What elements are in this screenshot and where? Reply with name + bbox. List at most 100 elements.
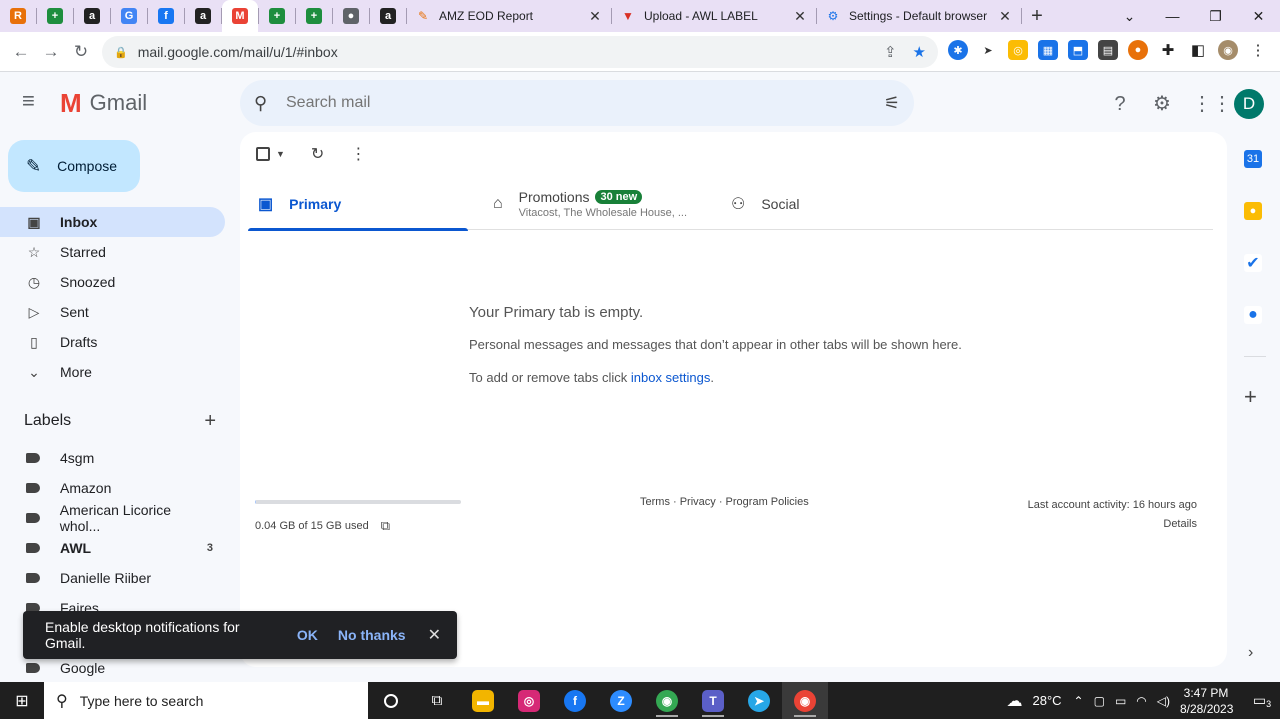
- close-tab-icon[interactable]: ✕: [587, 8, 603, 25]
- pinned-tab[interactable]: G: [111, 0, 147, 32]
- main-menu-icon[interactable]: ≡: [22, 90, 44, 112]
- profile-avatar[interactable]: ◉: [1218, 40, 1238, 60]
- label-item[interactable]: American Licorice whol...: [0, 502, 225, 534]
- sidebar-toggle-icon[interactable]: ◧: [1188, 40, 1208, 60]
- telegram-icon[interactable]: ➤: [736, 682, 782, 719]
- tray-chevron-icon[interactable]: ⌃: [1074, 694, 1084, 708]
- label-item[interactable]: Amazon: [0, 473, 225, 503]
- puzzle-icon[interactable]: ✚: [1158, 40, 1178, 60]
- sidebar-item-starred[interactable]: ☆ Starred: [0, 237, 225, 267]
- meet-now-icon[interactable]: ▢: [1094, 694, 1105, 708]
- search-icon[interactable]: ⚲: [254, 93, 274, 114]
- back-button[interactable]: ←: [6, 42, 36, 62]
- weather-cloud-icon[interactable]: ☁: [1006, 691, 1022, 711]
- url-text[interactable]: mail.google.com/mail/u/1/#inbox: [138, 44, 338, 60]
- details-link[interactable]: Details: [1028, 515, 1197, 534]
- pinned-tab[interactable]: a: [74, 0, 110, 32]
- extension-icon[interactable]: ✱: [948, 40, 968, 60]
- help-icon[interactable]: ?: [1108, 92, 1132, 116]
- extension-icon[interactable]: ●: [1128, 40, 1148, 60]
- volume-icon[interactable]: ◁): [1157, 694, 1170, 708]
- pinned-tab[interactable]: R: [0, 0, 36, 32]
- open-external-icon[interactable]: ⧉: [381, 518, 390, 534]
- close-tab-icon[interactable]: ✕: [792, 8, 808, 25]
- tasks-icon[interactable]: ✔: [1244, 254, 1262, 272]
- pinned-tab[interactable]: a: [185, 0, 221, 32]
- pinned-tab[interactable]: +: [296, 0, 332, 32]
- forward-button[interactable]: →: [36, 42, 66, 62]
- tab-social[interactable]: ⚇ Social: [731, 178, 931, 230]
- account-avatar[interactable]: D: [1234, 89, 1264, 119]
- contacts-icon[interactable]: ●: [1244, 306, 1262, 324]
- extension-icon[interactable]: ⬒: [1068, 40, 1088, 60]
- label-item[interactable]: AWL 3: [0, 533, 225, 563]
- footer-links[interactable]: Terms · Privacy · Program Policies: [640, 496, 809, 508]
- taskbar-search[interactable]: ⚲ Type here to search: [44, 682, 368, 719]
- cursor-extension-icon[interactable]: ➤: [978, 40, 998, 60]
- tab-search-icon[interactable]: ⌄: [1108, 8, 1151, 25]
- toast-close-icon[interactable]: ✕: [428, 625, 441, 645]
- restore-button[interactable]: ❐: [1194, 8, 1237, 25]
- extension-icon[interactable]: ▦: [1038, 40, 1058, 60]
- toast-no-thanks-button[interactable]: No thanks: [338, 627, 406, 643]
- more-options-icon[interactable]: ⋮: [350, 144, 366, 164]
- bookmark-star-icon[interactable]: ★: [913, 43, 926, 61]
- sidebar-item-more[interactable]: ⌄ More: [0, 357, 225, 387]
- pinned-tab[interactable]: +: [37, 0, 73, 32]
- wifi-icon[interactable]: ◠: [1136, 694, 1146, 708]
- facebook-icon[interactable]: f: [552, 682, 598, 719]
- pinned-tab[interactable]: ●: [333, 0, 369, 32]
- instagram-icon[interactable]: ◎: [506, 682, 552, 719]
- label-item[interactable]: 4sgm: [0, 443, 225, 473]
- inbox-settings-link[interactable]: inbox settings: [631, 370, 711, 385]
- chrome-profile-icon[interactable]: ◉: [782, 682, 828, 719]
- chrome-icon[interactable]: ◉: [644, 682, 690, 719]
- sidebar-item-sent[interactable]: ▷ Sent: [0, 297, 225, 327]
- task-view-icon[interactable]: ⧉: [414, 682, 460, 719]
- lock-icon[interactable]: 🔒: [114, 46, 128, 59]
- sidebar-item-inbox[interactable]: ▣ Inbox: [0, 207, 225, 237]
- calendar-icon[interactable]: 31: [1244, 150, 1262, 168]
- share-icon[interactable]: ⇪: [884, 43, 897, 61]
- cortana-icon[interactable]: [368, 682, 414, 719]
- zoom-icon[interactable]: Z: [598, 682, 644, 719]
- close-window-button[interactable]: ✕: [1237, 8, 1280, 25]
- sidebar-item-snoozed[interactable]: ◷ Snoozed: [0, 267, 225, 297]
- address-bar[interactable]: 🔒 mail.google.com/mail/u/1/#inbox ⇪ ★: [102, 36, 938, 68]
- compose-button[interactable]: ✎ Compose: [8, 140, 140, 192]
- refresh-icon[interactable]: ↻: [311, 144, 324, 164]
- select-all-checkbox[interactable]: [256, 147, 270, 161]
- pinned-tab[interactable]: a: [370, 0, 406, 32]
- browser-tab[interactable]: ⚙ Settings - Default browser ✕: [817, 0, 1021, 32]
- select-all-dropdown[interactable]: ▼: [256, 147, 285, 161]
- apps-grid-icon[interactable]: ⋮⋮: [1192, 92, 1232, 116]
- pinned-tab[interactable]: +: [259, 0, 295, 32]
- windows-start-icon[interactable]: ⊞: [0, 691, 44, 711]
- browser-tab[interactable]: ✎ AMZ EOD Report ✕: [407, 0, 611, 32]
- pinned-tab[interactable]: f: [148, 0, 184, 32]
- kebab-menu-icon[interactable]: ⋮: [1248, 40, 1268, 60]
- sidebar-item-drafts[interactable]: ▯ Drafts: [0, 327, 225, 357]
- label-item[interactable]: Danielle Riiber: [0, 563, 225, 593]
- toast-ok-button[interactable]: OK: [297, 627, 318, 643]
- settings-gear-icon[interactable]: ⚙: [1150, 92, 1174, 116]
- browser-tab[interactable]: ▼ Upload - AWL LABEL ✕: [612, 0, 816, 32]
- temperature-text[interactable]: 28°C: [1032, 693, 1061, 708]
- battery-icon[interactable]: ▭: [1115, 694, 1126, 708]
- extension-icon[interactable]: ▤: [1098, 40, 1118, 60]
- file-explorer-icon[interactable]: ▬: [460, 682, 506, 719]
- get-addons-plus-icon[interactable]: +: [1244, 384, 1257, 410]
- create-label-plus-icon[interactable]: +: [204, 411, 216, 431]
- new-tab-button[interactable]: +: [1022, 5, 1052, 28]
- keep-icon[interactable]: ●: [1244, 202, 1262, 220]
- search-input[interactable]: [286, 94, 884, 112]
- caret-down-icon[interactable]: ▼: [276, 149, 285, 159]
- clock[interactable]: 3:47 PM 8/28/2023: [1180, 685, 1233, 717]
- gmail-logo[interactable]: M Gmail: [60, 90, 147, 116]
- search-options-icon[interactable]: ⚟: [884, 93, 900, 114]
- extension-icon[interactable]: ◎: [1008, 40, 1028, 60]
- minimize-button[interactable]: —: [1151, 8, 1194, 24]
- close-tab-icon[interactable]: ✕: [997, 8, 1013, 25]
- pinned-tab[interactable]: M: [222, 0, 258, 32]
- chevron-right-icon[interactable]: ›: [1248, 644, 1253, 662]
